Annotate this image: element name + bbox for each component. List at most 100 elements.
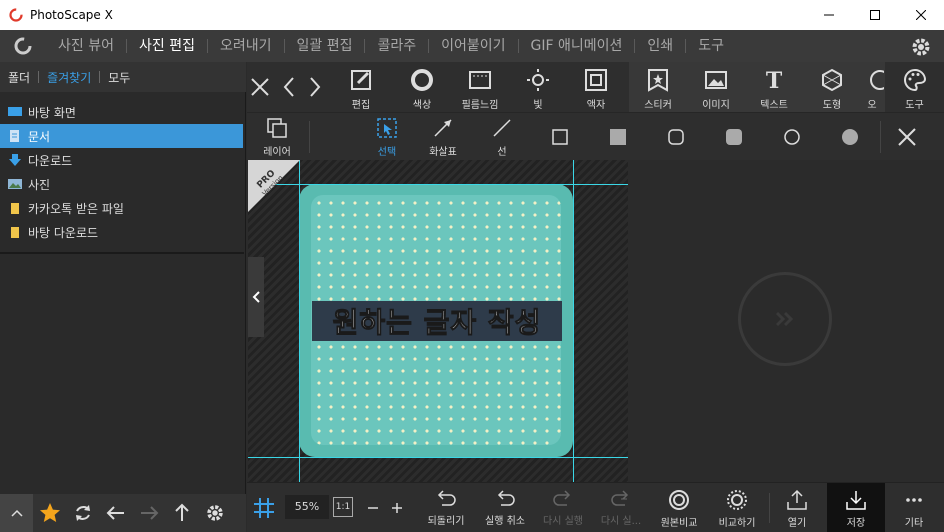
tool-label: 도형 [822, 100, 842, 111]
arrow-line-icon [434, 119, 452, 137]
zoom-in-icon[interactable] [391, 502, 403, 514]
more-button[interactable]: 기타 [893, 483, 935, 532]
maximize-button[interactable] [852, 0, 898, 30]
revert-button[interactable]: 되돌리기 [423, 483, 469, 532]
upload-icon [787, 489, 807, 510]
save-button[interactable]: 저장 [827, 483, 885, 532]
close-subtool-icon[interactable] [897, 127, 917, 147]
tool-label: 필름느낌 [461, 100, 499, 111]
zoom-level-input[interactable]: 55% [285, 495, 329, 519]
favorite-button[interactable] [33, 494, 66, 532]
tool-film[interactable]: 필름느낌 [452, 62, 508, 112]
zoom-actual-size-button[interactable]: 1:1 [333, 497, 353, 517]
compare-button[interactable]: 비교하기 [711, 483, 763, 532]
tool-shape[interactable]: 도형 [804, 62, 860, 112]
tab-combine[interactable]: 이어붙이기 [429, 30, 517, 62]
file-nav-bar [0, 494, 246, 532]
download-arrow-icon [9, 154, 21, 166]
action-label: 기타 [904, 518, 924, 529]
layer-button[interactable]: 레이어 [249, 113, 305, 161]
back-button[interactable] [99, 494, 132, 532]
parent-folder-button[interactable] [165, 494, 198, 532]
home-button[interactable] [0, 30, 46, 62]
bottom-toolbar: 55% 1:1 되돌리기 실행 취소 다시 실행 다시 실... 원본비교 비교… [247, 482, 944, 532]
tab-photo-viewer[interactable]: 사진 뷰어 [46, 30, 126, 62]
folder-item-downloads[interactable]: 다운로드 [0, 148, 243, 172]
tab-gif[interactable]: GIF 애니메이션 [519, 30, 635, 62]
collapse-panel-button[interactable] [0, 494, 33, 532]
tab-batch[interactable]: 일괄 편집 [285, 30, 365, 62]
close-editor-icon[interactable] [251, 78, 269, 96]
refresh-icon [75, 505, 90, 521]
tool-tools[interactable]: 도구 [885, 62, 944, 112]
folder-item-desktop[interactable]: 바탕 화면 [0, 100, 243, 124]
palette-icon [903, 68, 926, 92]
window-title: PhotoScape X [30, 8, 113, 22]
select-tool[interactable]: 선택 [359, 113, 415, 161]
canvas-text-object[interactable]: 원하는 글자 작성 [312, 301, 562, 341]
tool-label: 오 [867, 100, 877, 111]
tool-label: 텍스트 [760, 100, 788, 111]
ellipse-filled-icon[interactable] [842, 129, 858, 145]
line-tool[interactable]: 선 [474, 113, 530, 161]
tool-text[interactable]: T 텍스트 [746, 62, 802, 112]
tool-color[interactable]: 색상 [394, 62, 450, 112]
ellipse-outline-icon[interactable] [784, 129, 800, 145]
folder-item-documents[interactable]: 문서 [0, 124, 243, 148]
arrow-tool[interactable]: 화살표 [415, 113, 471, 161]
settings-gear-icon[interactable] [910, 36, 932, 58]
folder-label: 문서 [28, 129, 51, 144]
tab-collage[interactable]: 콜라주 [365, 30, 428, 62]
tab-print[interactable]: 인쇄 [635, 30, 685, 62]
compare-original-button[interactable]: 원본비교 [655, 483, 703, 532]
tool-sticker[interactable]: 스티커 [630, 62, 686, 112]
close-window-button[interactable] [898, 0, 944, 30]
title-bar: PhotoScape X [0, 0, 944, 30]
tool-light[interactable]: 빛 [510, 62, 566, 112]
rectangle-filled-icon[interactable] [610, 129, 626, 145]
toolbar-divider [880, 121, 881, 153]
rounded-rect-filled-icon[interactable] [726, 129, 742, 145]
tool-more[interactable]: 오 [859, 62, 885, 112]
toolbar-divider [309, 121, 310, 153]
chevron-right-icon[interactable] [309, 77, 321, 97]
tool-frame[interactable]: 액자 [568, 62, 624, 112]
chevron-up-icon [10, 509, 23, 517]
folder-item-kakaotalk[interactable]: 카카오톡 받은 파일 [0, 196, 243, 220]
redo-all-button[interactable]: 다시 실... [595, 483, 647, 532]
next-panel-button[interactable] [738, 272, 832, 366]
pro-version-badge: PRO Version [248, 160, 300, 212]
tab-tools[interactable]: 도구 [686, 30, 736, 62]
refresh-button[interactable] [66, 494, 99, 532]
compare-original-icon [669, 490, 689, 510]
minimize-button[interactable] [806, 0, 852, 30]
rounded-rect-outline-icon[interactable] [668, 129, 684, 145]
tab-photo-editor[interactable]: 사진 편집 [127, 30, 207, 62]
panel-splitter[interactable] [0, 252, 244, 254]
grid-toggle-icon[interactable] [253, 497, 275, 519]
folder-item-desktop-downloads[interactable]: 바탕 다운로드 [0, 220, 243, 244]
sticker-icon [648, 69, 668, 92]
action-label: 실행 취소 [485, 516, 525, 527]
folder-settings-button[interactable] [198, 494, 231, 532]
rectangle-outline-icon[interactable] [552, 129, 568, 145]
tool-image[interactable]: 이미지 [688, 62, 744, 112]
forward-button[interactable] [132, 494, 165, 532]
redo-button[interactable]: 다시 실행 [537, 483, 589, 532]
open-button[interactable]: 열기 [777, 483, 817, 532]
tab-cut-out[interactable]: 오려내기 [208, 30, 284, 62]
folder-item-pictures[interactable]: 사진 [0, 172, 243, 196]
tab-favorites[interactable]: 즐겨찾기 [39, 69, 99, 86]
zoom-out-icon[interactable] [367, 502, 379, 514]
close-icon [916, 10, 926, 20]
tool-edit[interactable]: 편집 [333, 62, 389, 112]
guide-line-right [573, 160, 574, 482]
tab-all[interactable]: 모두 [100, 69, 138, 86]
minimize-icon [824, 14, 834, 16]
toggle-left-panel-button[interactable] [248, 257, 264, 337]
tool-label: 색상 [412, 100, 432, 111]
undo-button[interactable]: 실행 취소 [479, 483, 531, 532]
chevron-left-icon[interactable] [283, 77, 295, 97]
revert-icon [437, 490, 456, 506]
tab-folders[interactable]: 폴더 [0, 69, 38, 86]
